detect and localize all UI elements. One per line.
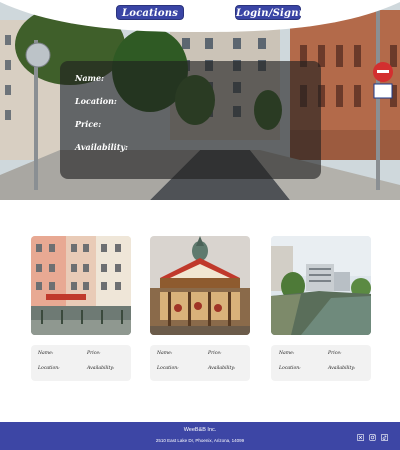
listing-info-panel: Name: Location: Price: Availability: [60, 61, 321, 179]
location-label: Location: [75, 96, 117, 106]
card-location-label: Location: [279, 366, 301, 371]
card-availability-label: Availability: [208, 366, 236, 371]
tiktok-icon[interactable] [381, 434, 388, 441]
listing-card-image[interactable] [271, 236, 371, 335]
company-name: WeeB&B Inc. [183, 427, 217, 433]
locations-button[interactable]: Locations [116, 5, 184, 20]
listing-card-details: Name: Price: Location: Availability: [271, 345, 371, 381]
card-name-label: Name: [279, 351, 295, 356]
colorful-apartment-building-photo [31, 236, 131, 335]
footer: WeeB&B Inc. 2510 East Lake Dr, Phoenix, … [0, 422, 400, 450]
hero-banner: Locations Login/Signup Name: Location: P… [0, 0, 400, 200]
listing-card-image[interactable] [150, 236, 250, 335]
river-canal-city-photo [271, 236, 371, 335]
instagram-icon[interactable] [369, 434, 376, 441]
card-availability-label: Availability: [328, 366, 356, 371]
card-price-label: Price: [328, 351, 342, 356]
card-availability-label: Availability: [87, 366, 115, 371]
card-name-label: Name: [157, 351, 173, 356]
login-signup-button[interactable]: Login/Signup [235, 5, 313, 20]
page: Locations Login/Signup Name: Location: P… [0, 0, 400, 450]
carousel-merry-go-round-photo [150, 236, 250, 335]
card-price-label: Price: [87, 351, 101, 356]
card-location-label: Location: [157, 366, 179, 371]
header-wave [0, 0, 400, 32]
price-label: Price: [75, 119, 102, 129]
listing-card-details: Name: Price: Location: Availability: [150, 345, 250, 381]
card-price-label: Price: [208, 351, 222, 356]
listing-card-image[interactable] [31, 236, 131, 335]
x-twitter-icon[interactable] [357, 434, 364, 441]
card-location-label: Location: [38, 366, 60, 371]
card-name-label: Name: [38, 351, 54, 356]
listing-card-details: Name: Price: Location: Availability: [31, 345, 131, 381]
availability-label: Availability: [75, 142, 128, 152]
company-address: 2510 East Lake Dr, Phoenix, Arizona, 140… [155, 438, 245, 443]
name-label: Name: [75, 73, 105, 83]
